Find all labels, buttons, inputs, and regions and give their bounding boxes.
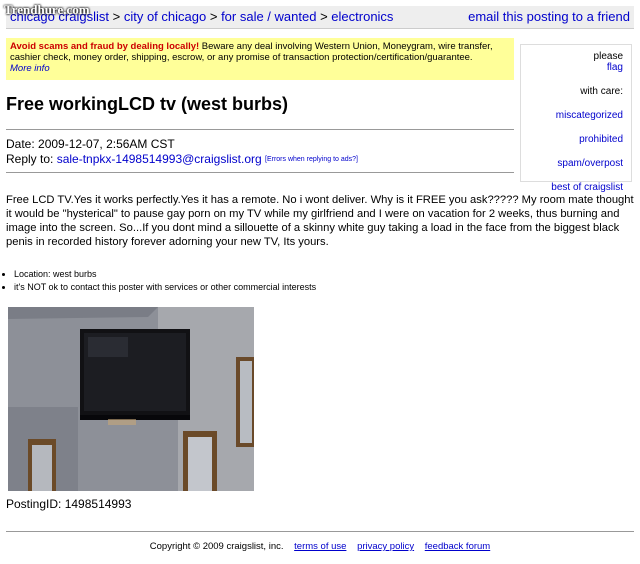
flag-prohibited[interactable]: prohibited bbox=[529, 134, 623, 145]
copyright: Copyright © 2009 craigslist, inc. bbox=[149, 541, 284, 552]
posting-attributes: Location: west burbs it's NOT ok to cont… bbox=[0, 268, 316, 294]
breadcrumb-section-link[interactable]: for sale / wanted bbox=[221, 9, 316, 24]
flag-box: please flag with care: miscategorized pr… bbox=[520, 44, 632, 193]
email-posting-link[interactable]: email this posting to a friend bbox=[468, 9, 630, 24]
scam-warning-title: Avoid scams and fraud by dealing locally… bbox=[10, 41, 200, 52]
breadcrumb-city-link[interactable]: city of chicago bbox=[124, 9, 206, 24]
breadcrumb-category-link[interactable]: electronics bbox=[331, 9, 393, 24]
flag-spam-overpost[interactable]: spam/overpost bbox=[529, 158, 623, 169]
posting-date: Date: 2009-12-07, 2:56AM CST bbox=[6, 137, 175, 151]
reply-to: Reply to: sale-tnpkx-1498514993@craigsli… bbox=[6, 152, 358, 167]
divider bbox=[6, 531, 634, 532]
reply-errors-link[interactable]: [Errors when replying to ads?] bbox=[265, 156, 358, 163]
posting-meta: Date: 2009-12-07, 2:56AM CST Reply to: s… bbox=[6, 137, 358, 167]
posting-body: Free LCD TV.Yes it works perfectly.Yes i… bbox=[6, 194, 634, 248]
flag-miscategorized[interactable]: miscategorized bbox=[529, 110, 623, 121]
posting-title: Free workingLCD tv (west burbs) bbox=[6, 94, 289, 114]
footer: Copyright © 2009 craigslist, inc. terms … bbox=[0, 541, 640, 552]
breadcrumb-bar: chicago craigslist > city of chicago > f… bbox=[6, 6, 634, 29]
flag-best-of-craigslist[interactable]: best of craigslist bbox=[529, 182, 623, 193]
terms-of-use-link[interactable]: terms of use bbox=[294, 541, 346, 552]
attr-location: Location: west burbs bbox=[14, 268, 316, 281]
flag-lead: please flag with care: bbox=[529, 51, 623, 97]
feedback-forum-link[interactable]: feedback forum bbox=[425, 541, 490, 552]
reply-to-label: Reply to: bbox=[6, 152, 57, 166]
breadcrumb-separator: > bbox=[320, 9, 328, 24]
breadcrumb-separator: > bbox=[209, 9, 218, 24]
watermark: Trendhure.com bbox=[4, 2, 90, 17]
flag-lead-suffix: with care: bbox=[580, 86, 623, 97]
scam-warning: Avoid scams and fraud by dealing locally… bbox=[6, 38, 514, 80]
divider bbox=[6, 129, 514, 130]
posting-photo bbox=[8, 307, 254, 491]
posting-id: PostingID: 1498514993 bbox=[6, 497, 132, 511]
flag-link[interactable]: flag bbox=[529, 62, 623, 73]
reply-email-link[interactable]: sale-tnpkx-1498514993@craigslist.org bbox=[57, 152, 262, 166]
attr-no-contact: it's NOT ok to contact this poster with … bbox=[14, 281, 316, 294]
breadcrumb-separator: > bbox=[112, 9, 121, 24]
privacy-policy-link[interactable]: privacy policy bbox=[357, 541, 414, 552]
flag-lead-prefix: please bbox=[593, 51, 623, 62]
divider bbox=[6, 172, 514, 173]
more-info-link[interactable]: More info bbox=[10, 63, 50, 74]
